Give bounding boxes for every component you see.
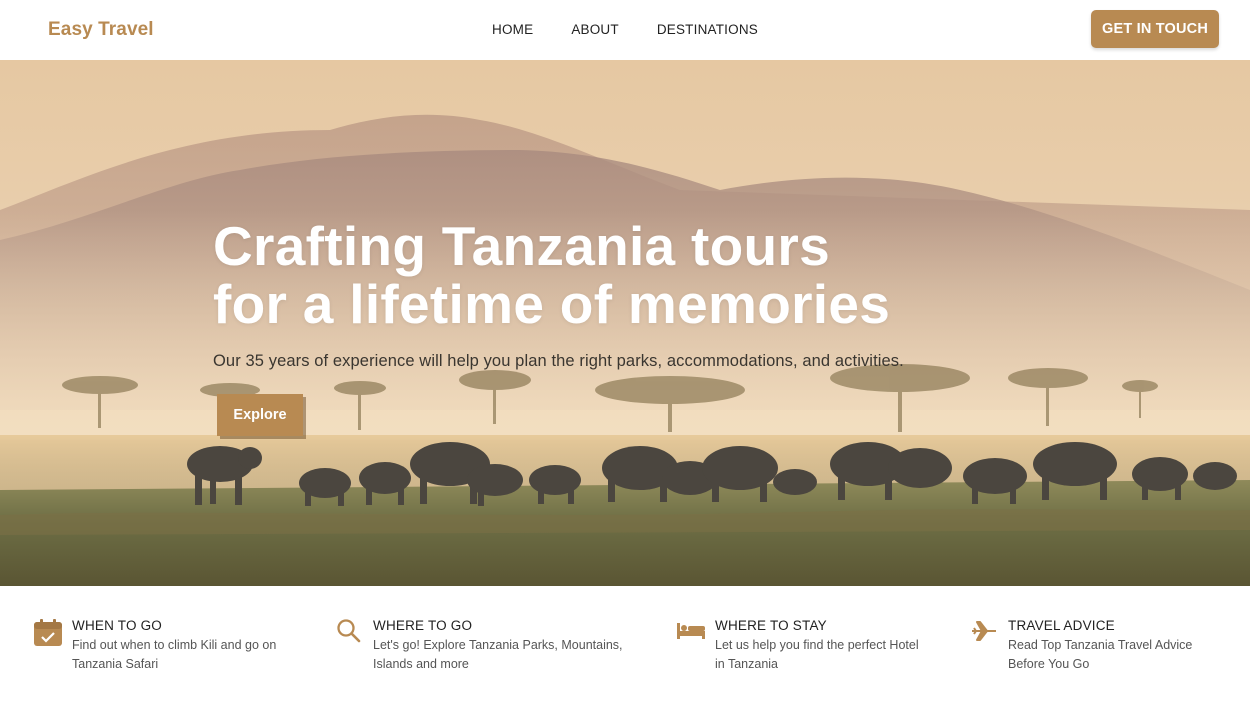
- bed-icon: [675, 618, 707, 650]
- features-section: WHEN TO GO Find out when to climb Kili a…: [0, 586, 1250, 703]
- hero-title-line-1: Crafting Tanzania tours: [213, 215, 831, 277]
- main-nav: HOME ABOUT DESTINATIONS: [492, 22, 796, 37]
- feature-title: WHERE TO STAY: [715, 618, 827, 633]
- feature-description: Let us help you find the perfect Hotel in…: [715, 638, 919, 671]
- site-header: Easy Travel HOME ABOUT DESTINATIONS GET …: [0, 0, 1250, 60]
- hero-title: Crafting Tanzania tours for a lifetime o…: [213, 217, 890, 333]
- feature-description: Read Top Tanzania Travel Advice Before Yo…: [1008, 638, 1193, 671]
- feature-description: Find out when to climb Kili and go on Tan…: [72, 638, 277, 671]
- plane-icon: [968, 618, 1000, 650]
- hero-section: Crafting Tanzania tours for a lifetime o…: [0, 60, 1250, 586]
- explore-button[interactable]: Explore: [217, 394, 303, 436]
- hero-title-line-2: for a lifetime of memories: [213, 273, 891, 335]
- feature-title: TRAVEL ADVICE: [1008, 618, 1115, 633]
- hero-subtitle: Our 35 years of experience will help you…: [213, 352, 904, 370]
- brand-logo[interactable]: Easy Travel: [48, 19, 154, 41]
- feature-when-to-go[interactable]: WHEN TO GO Find out when to climb Kili a…: [32, 618, 276, 674]
- nav-about[interactable]: ABOUT: [571, 22, 619, 37]
- nav-home[interactable]: HOME: [492, 22, 533, 37]
- get-in-touch-button[interactable]: GET IN TOUCH: [1091, 10, 1219, 48]
- feature-where-to-stay[interactable]: WHERE TO STAY Let us help you find the p…: [675, 618, 919, 674]
- calendar-check-icon: [32, 618, 64, 650]
- nav-destinations[interactable]: DESTINATIONS: [657, 22, 758, 37]
- search-icon: [333, 618, 365, 650]
- feature-description: Let's go! Explore Tanzania Parks, Mounta…: [373, 638, 623, 671]
- feature-travel-advice[interactable]: TRAVEL ADVICE Read Top Tanzania Travel A…: [968, 618, 1192, 674]
- feature-where-to-go[interactable]: WHERE TO GO Let's go! Explore Tanzania P…: [333, 618, 623, 674]
- feature-title: WHERE TO GO: [373, 618, 473, 633]
- feature-title: WHEN TO GO: [72, 618, 163, 633]
